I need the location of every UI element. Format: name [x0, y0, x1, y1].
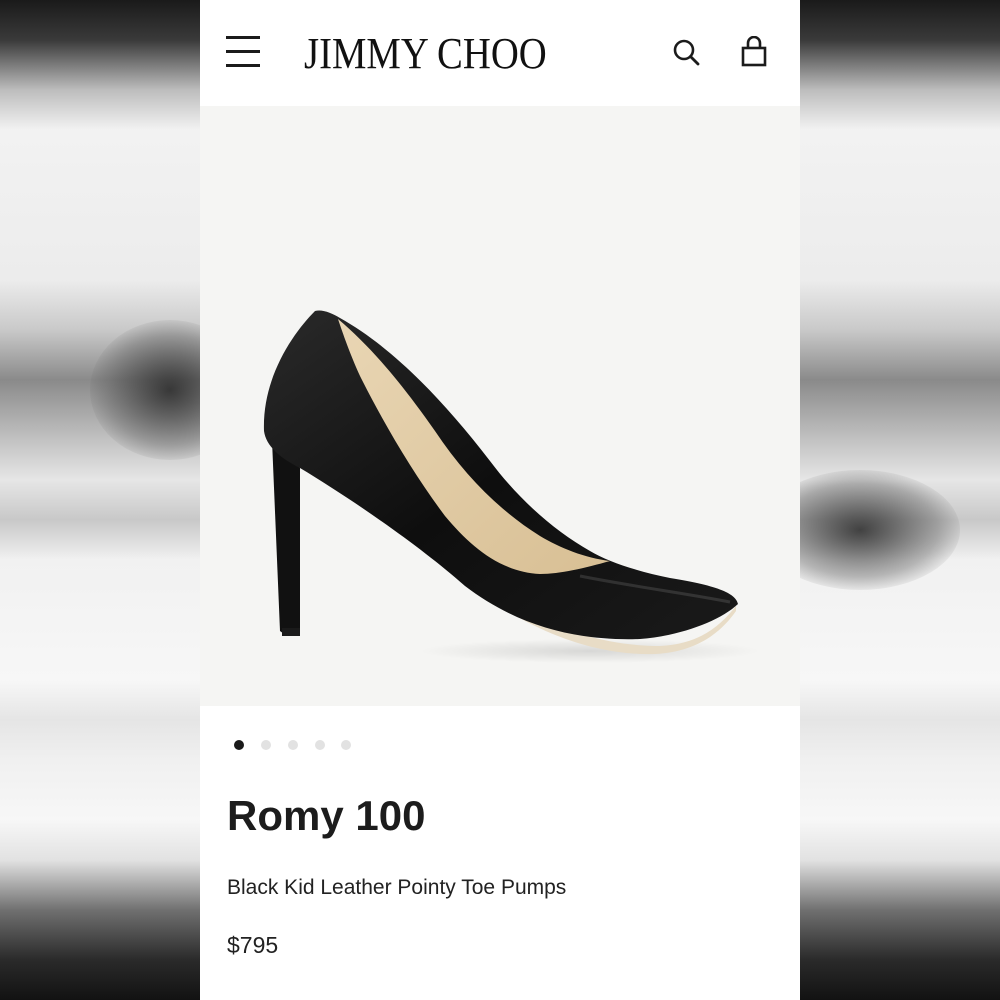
brand-logo[interactable]: JIMMY CHOO — [304, 28, 547, 79]
carousel-dot-5[interactable] — [341, 740, 351, 750]
product-image[interactable] — [200, 106, 800, 706]
product-page: JIMMY CHOO Romy 100 Black Kid Leather Po… — [200, 0, 800, 1000]
product-price: $795 — [227, 932, 279, 958]
blurred-backdrop-left — [0, 0, 250, 1000]
product-description: Black Kid Leather Pointy Toe Pumps — [227, 876, 567, 899]
carousel-dot-1[interactable] — [234, 740, 244, 750]
blurred-backdrop-right — [760, 0, 1000, 1000]
shopping-bag-icon[interactable] — [740, 36, 768, 68]
search-icon[interactable] — [672, 38, 702, 68]
carousel-dot-3[interactable] — [288, 740, 298, 750]
product-title: Romy 100 — [227, 792, 426, 839]
carousel-dot-4[interactable] — [315, 740, 325, 750]
site-header: JIMMY CHOO — [200, 0, 800, 106]
carousel-dot-2[interactable] — [261, 740, 271, 750]
black-pump-shoe-image — [263, 310, 760, 663]
hamburger-menu-icon[interactable] — [226, 36, 260, 68]
